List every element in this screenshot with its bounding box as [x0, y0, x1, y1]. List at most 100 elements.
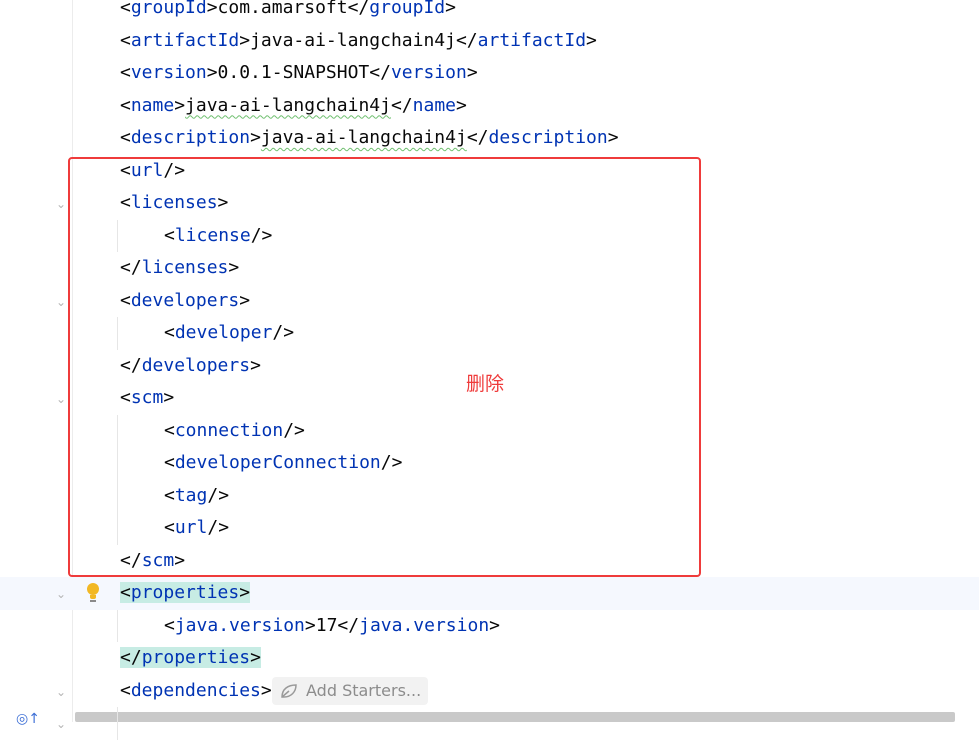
code-line[interactable]: <url/>	[0, 512, 979, 545]
xml-punctuation: >	[239, 29, 251, 51]
code-line[interactable]: <description>java-ai-langchain4j</descri…	[0, 122, 979, 155]
xml-tag-name: name	[130, 94, 175, 116]
code-text: <dependencies>	[120, 675, 272, 708]
xml-punctuation: >	[239, 289, 251, 311]
xml-punctuation: </	[466, 127, 489, 148]
fold-chevron-icon[interactable]: ⌄	[56, 588, 68, 600]
code-line[interactable]: </scm>	[0, 545, 979, 578]
annotation-delete-label: 删除	[466, 373, 505, 395]
xml-tag-name: licenses	[141, 257, 229, 278]
xml-punctuation: <	[164, 452, 175, 473]
xml-punctuation: </	[390, 94, 413, 116]
xml-punctuation: <	[120, 582, 131, 603]
xml-tag-name: licenses	[130, 192, 218, 213]
xml-punctuation: >	[250, 647, 261, 668]
code-line[interactable]: <version>0.0.1-SNAPSHOT</version>	[0, 57, 979, 90]
code-text: <url/>	[120, 155, 185, 188]
xml-punctuation: >	[304, 614, 316, 636]
code-line[interactable]: <tag/>	[0, 480, 979, 513]
xml-tag-name: groupId	[130, 0, 207, 18]
xml-punctuation: <	[164, 484, 175, 506]
code-line[interactable]: <developers>	[0, 285, 979, 318]
xml-punctuation: <	[120, 679, 131, 701]
xml-punctuation: </	[347, 0, 370, 18]
fold-chevron-icon[interactable]: ⌄	[56, 718, 68, 730]
xml-text-value: com.amarsoft	[217, 0, 348, 18]
code-line[interactable]: <java.version>17</java.version>	[0, 610, 979, 643]
xml-tag-name: scm	[141, 549, 175, 571]
fold-chevron-icon[interactable]: ⌄	[56, 686, 68, 698]
fold-chevron-icon[interactable]: ⌄	[56, 198, 68, 210]
fold-chevron-icon[interactable]: ⌄	[56, 393, 68, 405]
code-text: <version>0.0.1-SNAPSHOT</version>	[120, 57, 478, 90]
navigate-gutter-icon[interactable]: ◎↑	[16, 710, 40, 728]
xml-text-value: java-ai-langchain4j	[250, 29, 456, 51]
code-line[interactable]: <license/>	[0, 220, 979, 253]
code-line[interactable]: <url/>	[0, 155, 979, 188]
xml-tag-name: name	[412, 94, 456, 116]
code-line[interactable]: <groupId>com.amarsoft</groupId>	[0, 0, 979, 25]
xml-punctuation: />	[163, 159, 186, 181]
code-text: <groupId>com.amarsoft</groupId>	[120, 0, 456, 25]
indent-guide	[117, 447, 118, 480]
xml-tag-name: groupId	[369, 0, 446, 18]
xml-tag-name: java.version	[359, 614, 490, 636]
code-text: <description>java-ai-langchain4j</descri…	[120, 122, 619, 155]
xml-tag-name: version	[390, 62, 467, 83]
xml-punctuation: />	[250, 224, 273, 246]
code-text: <connection/>	[164, 415, 305, 448]
code-line[interactable]: <licenses>	[0, 187, 979, 220]
horizontal-scrollbar[interactable]	[75, 712, 955, 722]
code-text: </licenses>	[120, 252, 239, 285]
xml-punctuation: >	[206, 0, 218, 18]
xml-punctuation: />	[207, 484, 230, 506]
xml-tag-name: dependencies	[130, 679, 261, 701]
code-line[interactable]: <developer/>	[0, 317, 979, 350]
xml-punctuation: <	[164, 322, 175, 343]
code-line[interactable]: <name>java-ai-langchain4j</name>	[0, 90, 979, 123]
xml-punctuation: <	[164, 419, 175, 441]
xml-punctuation: <	[120, 289, 131, 311]
xml-tag-name: license	[174, 224, 251, 246]
xml-punctuation: </	[120, 257, 142, 278]
lightbulb-icon[interactable]	[86, 583, 100, 603]
xml-tag-name: properties	[141, 647, 251, 668]
code-text: <properties>	[120, 577, 251, 610]
add-starters-inlay[interactable]: Add Starters...	[272, 677, 428, 705]
xml-tag-name: developers	[141, 354, 251, 376]
fold-chevron-icon[interactable]: ⌄	[56, 296, 68, 308]
code-text: </developers>	[120, 350, 261, 383]
xml-punctuation: >	[489, 614, 500, 636]
xml-punctuation: >	[456, 94, 467, 116]
code-line[interactable]: <properties>	[0, 577, 979, 610]
indent-guide	[117, 512, 118, 545]
xml-punctuation: <	[120, 387, 131, 408]
xml-punctuation: <	[164, 517, 175, 538]
xml-punctuation: >	[174, 549, 186, 571]
code-line[interactable]: </licenses>	[0, 252, 979, 285]
xml-tag-name: java.version	[174, 614, 305, 636]
xml-tag-name: properties	[130, 582, 240, 603]
code-text: <developer/>	[164, 317, 294, 350]
code-line[interactable]: <developerConnection/>	[0, 447, 979, 480]
xml-punctuation: <	[164, 614, 175, 636]
code-line[interactable]: <connection/>	[0, 415, 979, 448]
xml-text-value: 0.0.1-SNAPSHOT	[217, 62, 370, 83]
xml-punctuation: >	[239, 582, 251, 603]
indent-guide	[117, 609, 118, 642]
xml-punctuation: </	[120, 647, 142, 668]
xml-text-value: java-ai-langchain4j	[260, 127, 467, 148]
indent-guide	[117, 219, 118, 252]
xml-tag-name: description	[488, 127, 608, 148]
xml-text-value: java-ai-langchain4j	[185, 94, 391, 116]
xml-punctuation: >	[260, 679, 272, 701]
code-line[interactable]: <artifactId>java-ai-langchain4j</artifac…	[0, 25, 979, 58]
xml-punctuation: >	[250, 354, 261, 376]
code-line[interactable]: </properties>	[0, 642, 979, 675]
xml-punctuation: />	[380, 452, 403, 473]
code-text: <tag/>	[164, 480, 229, 513]
code-line[interactable]: <dependencies>	[0, 675, 979, 708]
xml-punctuation: >	[445, 0, 456, 18]
code-text: <artifactId>java-ai-langchain4j</artifac…	[120, 25, 597, 58]
xml-punctuation: <	[120, 192, 131, 213]
